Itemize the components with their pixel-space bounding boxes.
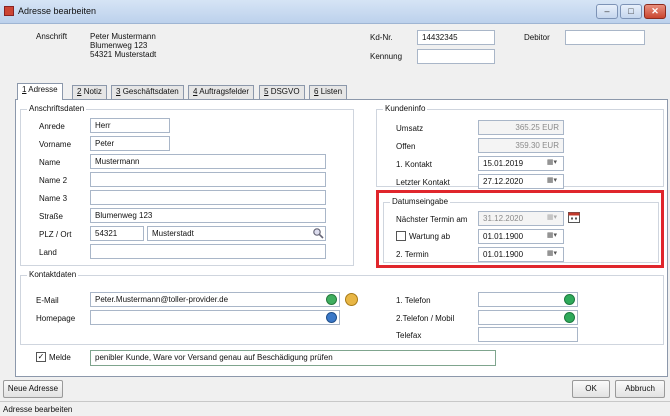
tab-listen-label: Listen <box>320 87 343 96</box>
open-homepage-icon[interactable] <box>326 312 337 323</box>
melde-checkbox[interactable]: ✓ <box>36 352 46 362</box>
name2-label: Name 2 <box>39 176 68 185</box>
email-field[interactable]: Peter.Mustermann@toller-provider.de <box>90 292 340 307</box>
tab-auftragsfelder-label: Auftragsfelder <box>199 87 250 96</box>
telefax-label: Telefax <box>396 331 422 340</box>
tab-geschaeftsdaten[interactable]: 3 Geschäftsdaten <box>111 85 184 99</box>
minimize-button[interactable]: – <box>596 4 618 19</box>
kontakt1-calendar-dropdown[interactable]: ▦▾ <box>543 157 561 170</box>
strasse-field[interactable]: Blumenweg 123 <box>90 208 326 223</box>
kontakt1-label: 1. Kontakt <box>396 160 433 169</box>
tab-geschaeftsdaten-label: Geschäftsdaten <box>122 87 179 96</box>
tab-dsgvo-label: DSGVO <box>270 87 300 96</box>
anschriftsdaten-title: Anschriftsdaten <box>27 104 87 113</box>
kennung-field[interactable] <box>417 49 495 64</box>
land-label: Land <box>39 248 57 257</box>
contact-card-icon[interactable] <box>345 293 358 306</box>
melde-label: Melde <box>49 353 71 362</box>
mobile-phone-icon[interactable] <box>564 312 575 323</box>
tab-auftragsfelder[interactable]: 4 Auftragsfelder <box>188 85 255 99</box>
name-field[interactable]: Mustermann <box>90 154 326 169</box>
vorname-label: Vorname <box>39 140 72 149</box>
plzort-label: PLZ / Ort <box>39 230 72 239</box>
tab-adresse-num: 1 <box>22 85 27 94</box>
anschrift-line-3: 54321 Musterstadt <box>90 50 157 59</box>
melde-text-field[interactable]: penibler Kunde, Ware vor Versand genau a… <box>90 350 496 366</box>
window-titlebar: Adresse bearbeiten – □ ✕ <box>0 0 670 24</box>
umsatz-label: Umsatz <box>396 124 424 133</box>
telefon2-label: 2.Telefon / Mobil <box>396 314 455 323</box>
close-button[interactable]: ✕ <box>644 4 666 19</box>
status-bar: Adresse bearbeiten <box>0 401 670 416</box>
anrede-field[interactable]: Herr <box>90 118 170 133</box>
kennung-label: Kennung <box>370 52 403 61</box>
telefax-field[interactable] <box>478 327 578 342</box>
kdnr-field[interactable]: 14432345 <box>417 30 495 45</box>
plz-field[interactable]: 54321 <box>90 226 144 241</box>
telefon1-field[interactable] <box>478 292 578 307</box>
tab-adresse[interactable]: 1 Adresse <box>17 83 63 100</box>
send-email-icon[interactable] <box>326 294 337 305</box>
abbruch-button[interactable]: Abbruch <box>615 380 665 398</box>
name-label: Name <box>39 158 61 167</box>
tab-dsgvo-num: 5 <box>264 87 269 96</box>
app-icon <box>4 6 14 16</box>
name3-field[interactable] <box>90 190 326 205</box>
letzter-kontakt-label: Letzter Kontakt <box>396 178 450 187</box>
highlight-annotation-box <box>376 190 664 268</box>
kontaktdaten-title: Kontaktdaten <box>27 270 79 279</box>
anrede-label: Anrede <box>39 122 65 131</box>
tab-notiz-num: 2 <box>77 87 82 96</box>
umsatz-field: 365.25 EUR <box>478 120 564 135</box>
maximize-button[interactable]: □ <box>620 4 642 19</box>
land-field[interactable] <box>90 244 326 259</box>
tab-adresse-label: Adresse <box>28 85 58 94</box>
debitor-label: Debitor <box>524 33 550 42</box>
strasse-label: Straße <box>39 212 64 221</box>
telefon1-label: 1. Telefon <box>396 296 431 305</box>
homepage-field[interactable] <box>90 310 340 325</box>
tab-notiz-label: Notiz <box>83 87 102 96</box>
tab-listen[interactable]: 6 Listen <box>309 85 348 99</box>
vorname-field[interactable]: Peter <box>90 136 170 151</box>
ort-field[interactable]: Musterstadt <box>147 226 326 241</box>
kdnr-label: Kd-Nr. <box>370 33 393 42</box>
offen-field: 359.30 EUR <box>478 138 564 153</box>
status-text: Adresse bearbeiten <box>3 405 73 414</box>
window-title: Adresse bearbeiten <box>18 6 97 16</box>
telefon2-field[interactable] <box>478 310 578 325</box>
tab-listen-num: 6 <box>314 87 319 96</box>
neue-adresse-button[interactable]: Neue Adresse <box>3 380 63 398</box>
phone-icon[interactable] <box>564 294 575 305</box>
anschrift-line-2: Blumenweg 123 <box>90 41 148 50</box>
anschrift-line-1: Peter Mustermann <box>90 32 156 41</box>
kundeninfo-title: Kundeninfo <box>383 104 428 113</box>
debitor-field[interactable] <box>565 30 645 45</box>
tab-dsgvo[interactable]: 5 DSGVO <box>259 85 305 99</box>
anschrift-label: Anschrift <box>36 32 68 41</box>
tab-notiz[interactable]: 2 Notiz <box>72 85 107 99</box>
letzter-kontakt-calendar-dropdown[interactable]: ▦▾ <box>543 175 561 188</box>
search-icon[interactable] <box>312 227 324 239</box>
tab-auftragsfelder-num: 4 <box>193 87 198 96</box>
name3-label: Name 3 <box>39 194 68 203</box>
tab-geschaeftsdaten-num: 3 <box>116 87 121 96</box>
offen-label: Offen <box>396 142 416 151</box>
homepage-label: Homepage <box>36 314 76 323</box>
name2-field[interactable] <box>90 172 326 187</box>
ok-button[interactable]: OK <box>572 380 610 398</box>
anschriftsdaten-group: Anschriftsdaten <box>20 104 354 266</box>
email-label: E-Mail <box>36 296 59 305</box>
